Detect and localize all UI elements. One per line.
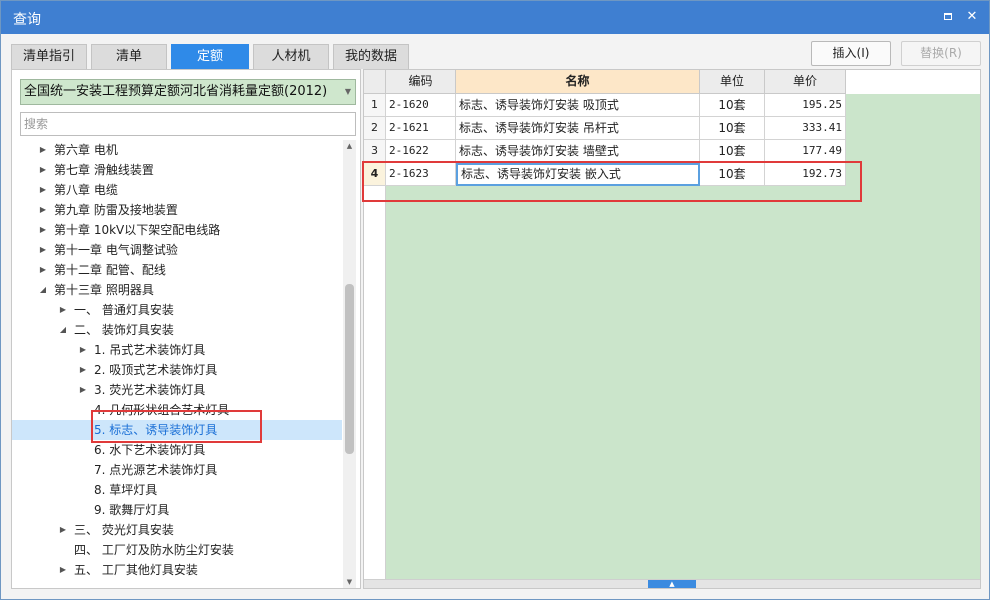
tree-item[interactable]: ▶ 2. 吸顶式艺术装饰灯具 bbox=[12, 360, 342, 380]
cell-code[interactable]: 2-1622 bbox=[386, 140, 456, 163]
row-number[interactable]: 1 bbox=[364, 94, 386, 117]
cell-price[interactable]: 177.49 bbox=[765, 140, 846, 163]
grid-empty-area bbox=[386, 164, 980, 579]
expand-up-icon[interactable]: ▲ bbox=[648, 580, 696, 588]
tree-item[interactable]: 8. 草坪灯具 bbox=[12, 480, 342, 500]
scroll-down-icon[interactable]: ▼ bbox=[343, 576, 356, 588]
window-title: 查询 bbox=[13, 12, 41, 28]
tree-item[interactable]: ▶ 一、 普通灯具安装 bbox=[12, 300, 342, 320]
header-name[interactable]: 名称 bbox=[456, 70, 700, 94]
annotation-highlight-row bbox=[362, 161, 862, 202]
tree-item[interactable]: ▶ 三、 荧光灯具安装 bbox=[12, 520, 342, 540]
tree-item[interactable]: 6. 水下艺术装饰灯具 bbox=[12, 440, 342, 460]
tab-bill[interactable]: 清单 bbox=[91, 44, 167, 69]
expand-icon[interactable]: ▶ bbox=[38, 260, 48, 280]
tree-item[interactable]: ▶ 1. 吊式艺术装饰灯具 bbox=[12, 340, 342, 360]
row-number[interactable]: 3 bbox=[364, 140, 386, 163]
tree-item[interactable]: ▶ 第六章 电机 bbox=[12, 140, 342, 160]
chapter-tree: ▶ 第六章 电机 ▶ 第七章 滑触线装置 ▶ 第八章 电缆 ▶ 第九章 防雷及接地装置 … bbox=[12, 140, 342, 588]
header-code[interactable]: 编码 bbox=[386, 70, 456, 94]
search-input[interactable] bbox=[24, 113, 355, 135]
tab-quota[interactable]: 定额 bbox=[171, 44, 249, 69]
scroll-thumb[interactable] bbox=[345, 284, 354, 454]
header-unit[interactable]: 单位 bbox=[700, 70, 765, 94]
header-corner bbox=[364, 70, 386, 94]
annotation-highlight-tree-item bbox=[91, 410, 262, 443]
tree-item[interactable]: ▶ 3. 荧光艺术装饰灯具 bbox=[12, 380, 342, 400]
tree-item[interactable]: ▶ 五、 工厂其他灯具安装 bbox=[12, 560, 342, 580]
tab-bill-guide[interactable]: 清单指引 bbox=[11, 44, 87, 69]
query-window: 查询 ✕ 清单指引 清单 定额 人材机 我的数据 插入(I) 替换(R) 全国统… bbox=[0, 0, 990, 600]
expand-icon[interactable]: ▶ bbox=[58, 560, 68, 580]
collapse-icon[interactable]: ◢ bbox=[38, 280, 48, 300]
cell-code[interactable]: 2-1620 bbox=[386, 94, 456, 117]
collapse-icon[interactable]: ◢ bbox=[58, 320, 68, 340]
cell-code[interactable]: 2-1621 bbox=[386, 117, 456, 140]
expand-icon[interactable]: ▶ bbox=[78, 360, 88, 380]
title-bar: 查询 ✕ bbox=[1, 1, 989, 34]
cell-name[interactable]: 标志、诱导装饰灯安装 吊杆式 bbox=[456, 117, 700, 140]
scroll-up-icon[interactable]: ▲ bbox=[343, 140, 356, 152]
expand-icon[interactable]: ▶ bbox=[78, 340, 88, 360]
quota-db-value: 全国统一安装工程预算定额河北省消耗量定额(2012) bbox=[24, 84, 328, 99]
row-number[interactable]: 2 bbox=[364, 117, 386, 140]
tab-my-data[interactable]: 我的数据 bbox=[333, 44, 409, 69]
cell-name[interactable]: 标志、诱导装饰灯安装 墙壁式 bbox=[456, 140, 700, 163]
grid-hscrollbar[interactable]: ▲ bbox=[364, 579, 980, 588]
chevron-down-icon: ▼ bbox=[344, 87, 351, 96]
expand-icon[interactable]: ▶ bbox=[38, 200, 48, 220]
quota-db-select[interactable]: 全国统一安装工程预算定额河北省消耗量定额(2012) ▼ bbox=[20, 79, 356, 105]
tree-item[interactable]: ◢ 二、 装饰灯具安装 bbox=[12, 320, 342, 340]
tree-item[interactable]: ▶ 第十章 10kV以下架空配电线路 bbox=[12, 220, 342, 240]
tree-item[interactable]: ▶ 第十一章 电气调整试验 bbox=[12, 240, 342, 260]
grid-empty-area-right bbox=[846, 94, 980, 164]
search-field[interactable] bbox=[20, 112, 356, 136]
close-icon[interactable]: ✕ bbox=[963, 8, 981, 26]
tree-item[interactable]: ▶ 第七章 滑触线装置 bbox=[12, 160, 342, 180]
expand-icon[interactable]: ▶ bbox=[38, 140, 48, 160]
restore-icon[interactable] bbox=[939, 8, 957, 26]
tree-item[interactable]: ▶ 第八章 电缆 bbox=[12, 180, 342, 200]
tab-labor-material[interactable]: 人材机 bbox=[253, 44, 329, 69]
cell-unit[interactable]: 10套 bbox=[700, 94, 765, 117]
quota-grid: 编码 名称 单位 单价 1 2-1620 标志、诱导装饰灯安装 吸顶式 10套 … bbox=[363, 69, 981, 589]
cell-price[interactable]: 195.25 bbox=[765, 94, 846, 117]
expand-icon[interactable]: ▶ bbox=[38, 160, 48, 180]
tree-item[interactable]: ▶ 第九章 防雷及接地装置 bbox=[12, 200, 342, 220]
replace-button[interactable]: 替换(R) bbox=[901, 41, 981, 66]
quota-tree-pane: 全国统一安装工程预算定额河北省消耗量定额(2012) ▼ ▶第六章 电机 ▶第七… bbox=[11, 69, 361, 589]
tree-item[interactable]: ◢ 第十三章 照明器具 bbox=[12, 280, 342, 300]
cell-price[interactable]: 333.41 bbox=[765, 117, 846, 140]
cell-unit[interactable]: 10套 bbox=[700, 140, 765, 163]
tree-item[interactable]: 7. 点光源艺术装饰灯具 bbox=[12, 460, 342, 480]
expand-icon[interactable]: ▶ bbox=[58, 300, 68, 320]
tree-item[interactable]: 四、 工厂灯及防水防尘灯安装 bbox=[12, 540, 342, 560]
expand-icon[interactable]: ▶ bbox=[78, 380, 88, 400]
expand-icon[interactable]: ▶ bbox=[38, 220, 48, 240]
expand-icon[interactable]: ▶ bbox=[38, 240, 48, 260]
tree-item[interactable]: ▶ 第十二章 配管、配线 bbox=[12, 260, 342, 280]
cell-unit[interactable]: 10套 bbox=[700, 117, 765, 140]
insert-button[interactable]: 插入(I) bbox=[811, 41, 891, 66]
cell-name[interactable]: 标志、诱导装饰灯安装 吸顶式 bbox=[456, 94, 700, 117]
tree-scrollbar[interactable]: ▲ ▼ bbox=[343, 140, 356, 588]
header-price[interactable]: 单价 bbox=[765, 70, 846, 94]
tree-item[interactable]: 9. 歌舞厅灯具 bbox=[12, 500, 342, 520]
expand-icon[interactable]: ▶ bbox=[38, 180, 48, 200]
expand-icon[interactable]: ▶ bbox=[58, 520, 68, 540]
